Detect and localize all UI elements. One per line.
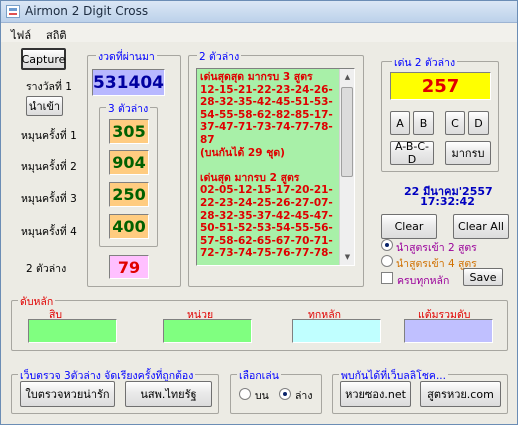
- spin-label-3: หมุนครั้งที่ 3: [21, 193, 77, 205]
- spin-label-4: หมุนครั้งที่ 4: [21, 226, 77, 238]
- button-b[interactable]: B: [413, 111, 434, 135]
- check-all-digits-label: ครบทุกหลัก: [397, 275, 450, 287]
- past-draw-group-label: งวดที่ผ่านมา: [96, 48, 157, 65]
- check-all-digits[interactable]: [381, 272, 393, 284]
- link-button-sutrhuay[interactable]: สูตรหวย.com: [420, 381, 501, 407]
- spin-value-3: 250: [109, 182, 149, 207]
- radio-formula-4[interactable]: [381, 255, 393, 267]
- spin-value-1: 305: [109, 119, 149, 144]
- button-full[interactable]: มากรบ: [445, 141, 491, 165]
- capture-button[interactable]: Capture: [21, 48, 66, 70]
- radio-top[interactable]: [239, 388, 251, 400]
- tens-field: [28, 319, 117, 343]
- round-label: รางวัลที่ 1: [26, 81, 72, 93]
- app-icon: [6, 5, 20, 18]
- two-bottom-group-label: 2 ตัวล่าง: [197, 48, 242, 65]
- link-button-thairath[interactable]: นสพ.ไทยรัฐ: [125, 381, 212, 407]
- highlight-value: 257: [390, 72, 491, 100]
- link-button-huaysong[interactable]: หวยซอง.net: [340, 381, 411, 407]
- radio-bottom-label: ล่าง: [295, 390, 313, 402]
- menu-file[interactable]: ไฟล์: [11, 26, 31, 44]
- highlight-group-label: เด่น 2 ตัวล่าง: [392, 54, 458, 71]
- scroll-thumb[interactable]: [341, 87, 353, 177]
- radio-formula-2-label: นำสูตรเข้า 2 สูตร: [396, 242, 477, 254]
- formula-scrollbar[interactable]: ▲ ▼: [339, 69, 354, 265]
- button-a[interactable]: A: [390, 111, 410, 135]
- choose-group-label: เลือกเล่น: [237, 367, 281, 384]
- scroll-down-icon[interactable]: ▼: [341, 250, 354, 264]
- spin-value-2: 904: [109, 150, 149, 175]
- app-window: Airmon 2 Digit Cross ไฟล์ สถิติ Capture …: [0, 0, 518, 425]
- formula-text: เด่นสุดสุด มากรบ 3 สูตร 12-15-21-22-23-2…: [200, 71, 333, 260]
- menu-stats[interactable]: สถิติ: [46, 26, 67, 44]
- spin-value-4: 400: [109, 214, 149, 239]
- two-bottom-label: 2 ตัวล่าง: [26, 263, 67, 275]
- button-c[interactable]: C: [445, 111, 465, 135]
- clear-all-button[interactable]: Clear All: [453, 214, 509, 239]
- radio-top-label: บน: [255, 390, 269, 402]
- button-abcd[interactable]: A-B-C-D: [390, 140, 434, 166]
- spin-label-2: หมุนครั้งที่ 2: [21, 161, 77, 173]
- all-digits-field: [292, 319, 381, 343]
- spin-label-1: หมุนครั้งที่ 1: [21, 130, 77, 142]
- units-field: [163, 319, 252, 343]
- radio-bottom[interactable]: [279, 388, 291, 400]
- past-draw-value: 531404: [92, 69, 165, 96]
- scroll-up-icon[interactable]: ▲: [341, 70, 354, 84]
- button-d[interactable]: D: [468, 111, 489, 135]
- fetch-button[interactable]: นำเข้า: [26, 96, 63, 116]
- time-text: 17:32:42: [420, 195, 475, 208]
- save-button[interactable]: Save: [463, 268, 503, 286]
- combined-field: [404, 319, 493, 343]
- radio-formula-2[interactable]: [381, 239, 393, 251]
- link-button-cute[interactable]: ใบตรวจหวยน่ารัก: [20, 381, 115, 407]
- window-title: Airmon 2 Digit Cross: [25, 4, 149, 18]
- title-bar: Airmon 2 Digit Cross: [1, 1, 517, 23]
- two-bottom-value: 79: [109, 255, 149, 279]
- menu-bar: ไฟล์ สถิติ: [1, 23, 517, 42]
- clear-button[interactable]: Clear: [381, 214, 437, 239]
- three-bottom-group-label: 3 ตัวล่าง: [106, 100, 151, 117]
- formula-textarea[interactable]: เด่นสุดสุด มากรบ 3 สูตร 12-15-21-22-23-2…: [196, 68, 355, 266]
